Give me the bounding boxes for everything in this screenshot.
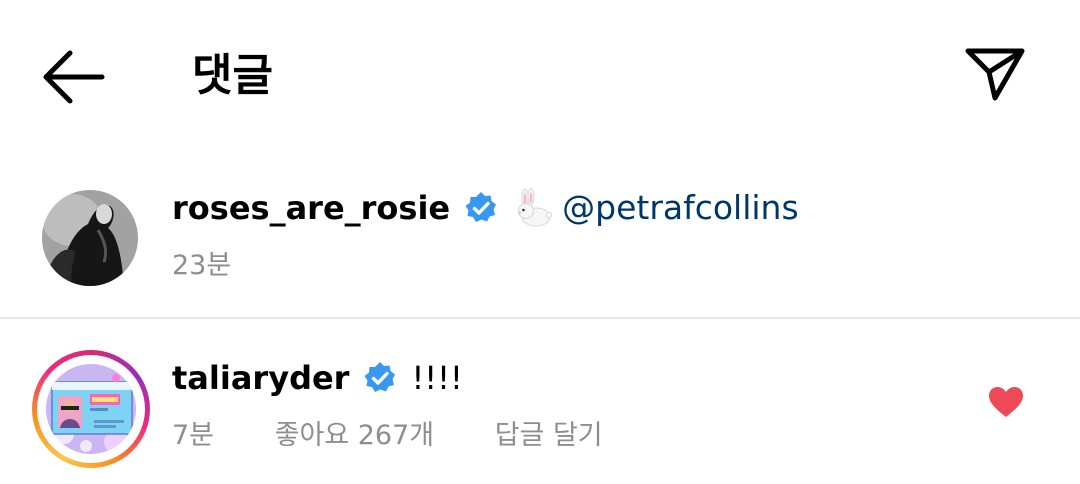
likes-count[interactable]: 좋아요 267개 <box>275 418 434 454</box>
timestamp: 7분 <box>172 420 215 451</box>
avatar[interactable] <box>46 364 136 454</box>
story-ring[interactable] <box>32 350 150 468</box>
post-caption: roses_are_rosie @petrafcollins 23분 <box>0 176 1080 316</box>
heart-filled-icon <box>989 387 1023 417</box>
timestamp: 23분 <box>172 250 232 281</box>
header-bar: 댓글 <box>0 0 1080 150</box>
avatar[interactable] <box>42 190 138 286</box>
username[interactable]: taliaryder <box>172 358 349 398</box>
comment-meta: 7분 좋아요 267개 답글 달기 <box>172 418 655 454</box>
like-button[interactable] <box>988 386 1024 418</box>
share-button[interactable] <box>962 42 1028 104</box>
page-title: 댓글 <box>192 50 273 101</box>
comment-item: taliaryder !!!! 7분 좋아요 267개 답글 달기 <box>0 330 1080 484</box>
caption-meta: 23분 <box>172 248 231 284</box>
caption-line: roses_are_rosie @petrafcollins <box>172 188 799 228</box>
divider <box>0 317 1080 319</box>
comment-line: taliaryder !!!! <box>172 358 463 398</box>
comment-text: !!!! <box>411 359 463 397</box>
verified-badge-icon <box>363 361 397 395</box>
reply-button[interactable]: 답글 달기 <box>495 418 603 454</box>
rabbit-emoji-icon <box>512 188 553 228</box>
avatar-photo <box>42 190 138 286</box>
verified-badge-icon <box>464 191 498 225</box>
mention-link[interactable]: @petrafcollins <box>562 188 799 228</box>
username[interactable]: roses_are_rosie <box>172 188 450 228</box>
arrow-left-icon <box>43 50 105 104</box>
avatar-photo <box>46 364 136 454</box>
paper-plane-icon <box>965 48 1025 101</box>
back-button[interactable] <box>40 48 106 106</box>
